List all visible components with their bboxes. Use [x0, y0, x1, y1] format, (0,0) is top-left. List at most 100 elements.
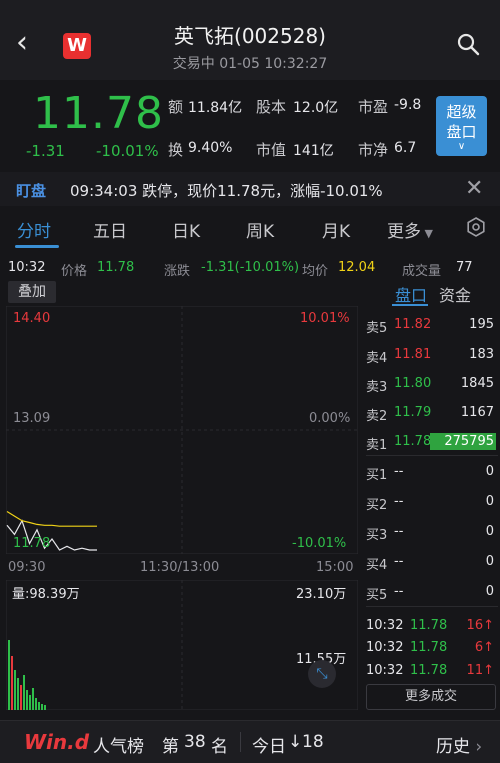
trade-volume: 16↑: [467, 618, 494, 633]
expand-icon[interactable]: ⤡: [308, 660, 336, 688]
more-trades-button[interactable]: 更多成交: [366, 684, 496, 710]
sell-label: 卖3: [366, 380, 388, 395]
tab-more[interactable]: 更多 ▼: [387, 217, 433, 242]
sell-row-2: 卖2 11.79 1167: [366, 405, 498, 435]
amount-value: 11.84亿: [188, 100, 243, 116]
arrow-up-icon: ↑: [483, 663, 494, 678]
super-button-line1: 超级: [446, 103, 477, 121]
sell-price: 11.78: [394, 434, 432, 449]
buy-volume: 0: [485, 554, 494, 569]
buy-price: --: [394, 584, 404, 599]
volume-bar: [44, 705, 46, 710]
sell-volume: 1845: [460, 376, 494, 391]
sell-volume: 195: [469, 317, 494, 332]
orderbook-tab-underline: [392, 304, 428, 306]
buy-row-1: 买1 -- 0: [366, 464, 498, 494]
pe-value: -9.8: [394, 97, 422, 113]
trade-time: 10:32: [366, 618, 404, 633]
info-time: 10:32: [8, 260, 46, 275]
trade-volume-value: 6: [474, 640, 484, 655]
buy-price: --: [394, 494, 404, 509]
info-chg: -1.31(-10.01%): [201, 260, 300, 275]
arrow-down-icon: ↓: [288, 732, 303, 752]
trade-status: 交易中 01-05 10:32:27: [172, 56, 328, 72]
trade-time: 10:32: [366, 640, 404, 655]
info-avg: 12.04: [338, 260, 376, 275]
pe-label: 市盈: [358, 98, 389, 116]
trade-time: 10:32: [366, 663, 404, 678]
trade-volume-value: 11: [466, 663, 484, 678]
volume-bar: [35, 698, 37, 710]
trade-price: 11.78: [410, 663, 448, 678]
volume-bar: [17, 678, 19, 710]
sell-row-5: 卖5 11.82 195: [366, 317, 498, 347]
overlay-button[interactable]: 叠加: [8, 281, 56, 303]
tab-orderbook[interactable]: 盘口: [395, 282, 427, 306]
sell-volume: 275795: [444, 434, 494, 449]
today-change: 18: [302, 732, 324, 752]
buy-row-2: 买2 -- 0: [366, 494, 498, 524]
trade-volume: 6↑: [475, 640, 494, 655]
pct-axis-mid: 0.00%: [309, 411, 351, 426]
info-chg-label: 涨跌: [164, 264, 191, 279]
sell-price: 11.82: [394, 317, 432, 332]
chevron-right-icon: ›: [470, 737, 483, 757]
volume-bar: [23, 675, 25, 710]
trades-divider: [366, 606, 498, 607]
tab-capital-flow[interactable]: 资金: [439, 282, 471, 306]
volume-bar: [11, 656, 13, 710]
buy-label: 买4: [366, 558, 388, 573]
volume-bars: [8, 640, 46, 710]
popularity-rank-label[interactable]: 人气榜: [93, 732, 144, 757]
wind-logo: Win.d: [24, 730, 90, 754]
tab-five-day[interactable]: 五日: [93, 217, 127, 242]
sell-row-1: 卖1 11.78 275795: [366, 433, 498, 464]
sell-price: 11.80: [394, 376, 432, 391]
info-avg-label: 均价: [302, 264, 329, 279]
buy-volume: 0: [485, 494, 494, 509]
alert-text[interactable]: 09:34:03 跌停，现价11.78元，涨幅-10.01%: [70, 180, 383, 201]
turnover-value: 9.40%: [188, 140, 233, 156]
orderbook-divider: [366, 455, 498, 456]
sell-row-3: 卖3 11.80 1845: [366, 376, 498, 406]
rank-prefix: 第: [162, 737, 179, 757]
intraday-price-chart[interactable]: [6, 306, 358, 554]
y-axis-high: 14.40: [13, 311, 51, 326]
today-label: 今日: [252, 737, 286, 757]
alert-tag: 盯盘: [16, 182, 47, 200]
search-icon[interactable]: [456, 32, 480, 56]
sell-volume: 1167: [460, 405, 494, 420]
close-icon[interactable]: ✕: [465, 176, 483, 201]
tab-more-label: 更多: [387, 222, 421, 242]
settings-icon[interactable]: [466, 217, 486, 237]
sell-label: 卖2: [366, 409, 388, 424]
tab-weekly-k[interactable]: 周K: [246, 217, 274, 242]
pb-label: 市净: [358, 141, 389, 159]
bottom-divider: [240, 732, 241, 752]
info-vol: 77: [456, 260, 473, 275]
mktcap-label: 市值: [256, 141, 287, 159]
amount-label: 额: [168, 98, 184, 116]
trade-volume-value: 16: [466, 618, 484, 633]
tab-daily-k[interactable]: 日K: [172, 217, 200, 242]
arrow-up-icon: ↑: [483, 640, 494, 655]
tab-intraday[interactable]: 分时: [17, 217, 51, 242]
trade-price: 11.78: [410, 640, 448, 655]
super-orderbook-button[interactable]: 超级 盘口 ∨: [436, 96, 487, 156]
rank-value: 38: [184, 732, 206, 752]
history-label: 历史: [436, 737, 470, 757]
tab-monthly-k[interactable]: 月K: [322, 217, 350, 242]
buy-label: 买1: [366, 468, 388, 483]
buy-label: 买5: [366, 588, 388, 603]
volume-bar: [32, 688, 34, 710]
volume-bar: [29, 695, 31, 710]
trade-price: 11.78: [410, 618, 448, 633]
buy-label: 买2: [366, 498, 388, 513]
arrow-up-icon: ↑: [483, 618, 494, 633]
history-link[interactable]: 历史 ›: [436, 732, 482, 757]
pb-value: 6.7: [394, 140, 417, 156]
buy-price: --: [394, 464, 404, 479]
buy-row-5: 买5 -- 0: [366, 584, 498, 614]
y-axis-mid: 13.09: [13, 411, 51, 426]
mktcap-value: 141亿: [293, 143, 334, 159]
